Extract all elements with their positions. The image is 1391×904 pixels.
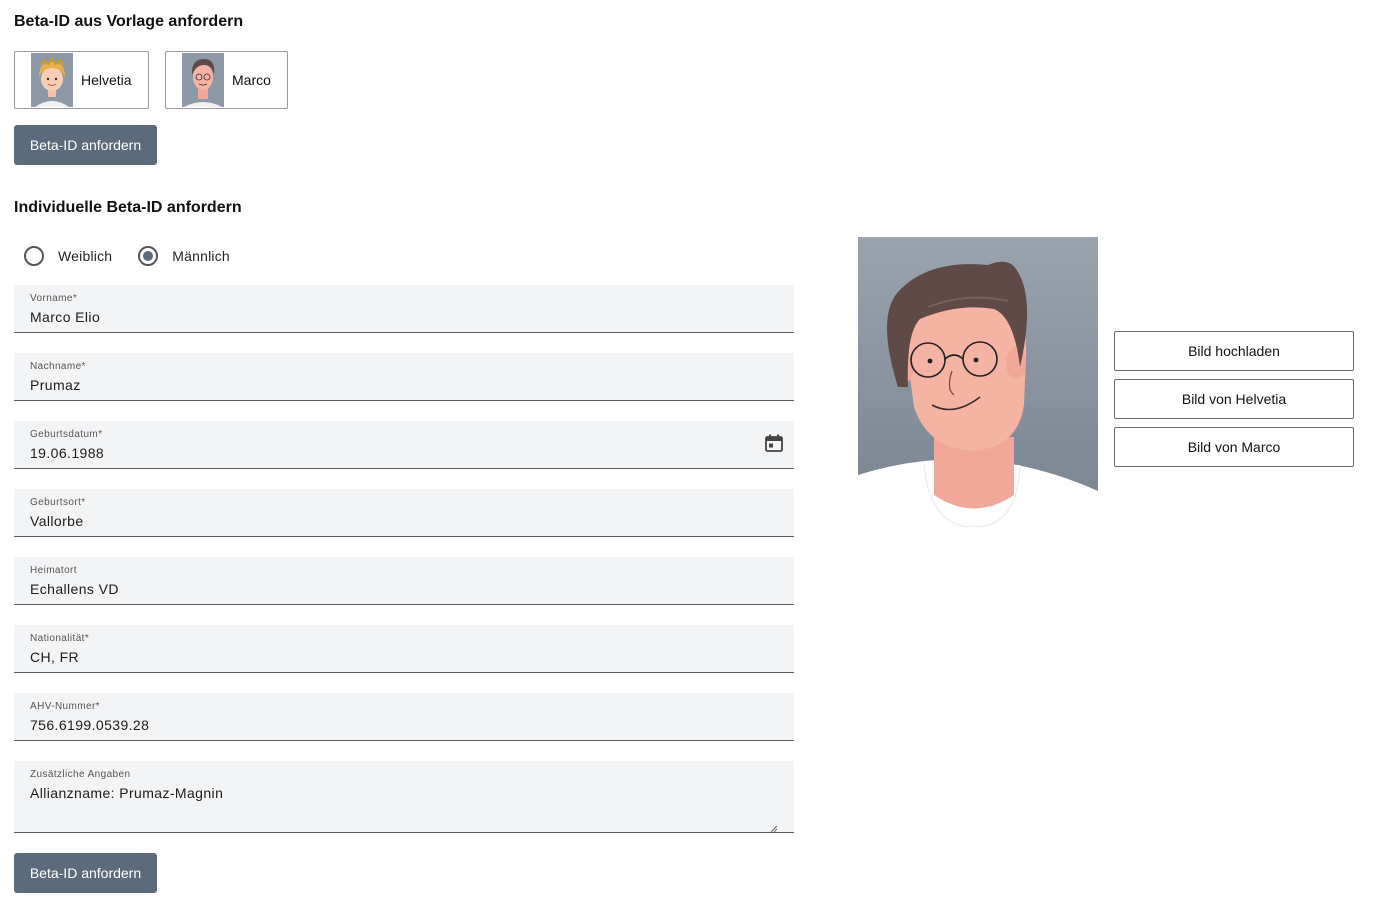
template-card-marco[interactable]: Marco <box>165 51 288 109</box>
geburtsdatum-label: Geburtsdatum* <box>30 429 103 440</box>
gender-radio-group: Weiblich Männlich <box>24 246 230 266</box>
template-name-marco: Marco <box>232 72 271 88</box>
nachname-input[interactable] <box>30 377 730 393</box>
portrait-image <box>858 237 1098 528</box>
template-request-button[interactable]: Beta-ID anfordern <box>14 125 157 165</box>
template-section-title: Beta-ID aus Vorlage anfordern <box>14 13 244 30</box>
individual-section-title: Individuelle Beta-ID anfordern <box>14 199 242 216</box>
ahv-field[interactable]: AHV-Nummer* <box>14 693 794 741</box>
radio-checked-icon <box>138 246 159 266</box>
nachname-label: Nachname* <box>30 361 86 372</box>
geburtsort-field[interactable]: Geburtsort* <box>14 489 794 537</box>
zusatz-label: Zusätzliche Angaben <box>30 769 131 780</box>
gender-label-weiblich: Weiblich <box>58 248 113 264</box>
heimatort-field[interactable]: Heimatort <box>14 557 794 605</box>
zusatz-textarea[interactable]: Allianzname: Prumaz-Magnin <box>30 785 730 801</box>
calendar-icon[interactable] <box>764 433 784 453</box>
upload-image-button[interactable]: Bild hochladen <box>1114 331 1354 371</box>
helvetia-avatar-icon <box>31 53 73 107</box>
gender-label-maennlich: Männlich <box>172 248 230 264</box>
zusatz-field[interactable]: Zusätzliche Angaben Allianzname: Prumaz-… <box>14 761 794 833</box>
heimatort-label: Heimatort <box>30 565 77 576</box>
nationalitaet-field[interactable]: Nationalität* <box>14 625 794 673</box>
marco-avatar-icon <box>182 53 224 107</box>
nachname-field[interactable]: Nachname* <box>14 353 794 401</box>
geburtsort-label: Geburtsort* <box>30 497 86 508</box>
heimatort-input[interactable] <box>30 581 730 597</box>
vorname-label: Vorname* <box>30 293 78 304</box>
template-name-helvetia: Helvetia <box>81 72 132 88</box>
nationalitaet-label: Nationalität* <box>30 633 90 644</box>
geburtsort-input[interactable] <box>30 513 730 529</box>
ahv-input[interactable] <box>30 717 730 733</box>
geburtsdatum-input[interactable] <box>30 445 730 461</box>
submit-request-button[interactable]: Beta-ID anfordern <box>14 853 157 893</box>
resize-grip-icon[interactable] <box>770 820 778 833</box>
vorname-field[interactable]: Vorname* <box>14 285 794 333</box>
gender-radio-maennlich[interactable]: Männlich <box>138 246 230 266</box>
vorname-input[interactable] <box>30 309 730 325</box>
gender-radio-weiblich[interactable]: Weiblich <box>24 246 112 266</box>
template-card-helvetia[interactable]: Helvetia <box>14 51 149 109</box>
nationalitaet-input[interactable] <box>30 649 730 665</box>
marco-image-button[interactable]: Bild von Marco <box>1114 427 1354 467</box>
geburtsdatum-field[interactable]: Geburtsdatum* <box>14 421 794 469</box>
helvetia-image-button[interactable]: Bild von Helvetia <box>1114 379 1354 419</box>
radio-unchecked-icon <box>24 246 44 266</box>
ahv-label: AHV-Nummer* <box>30 701 100 712</box>
